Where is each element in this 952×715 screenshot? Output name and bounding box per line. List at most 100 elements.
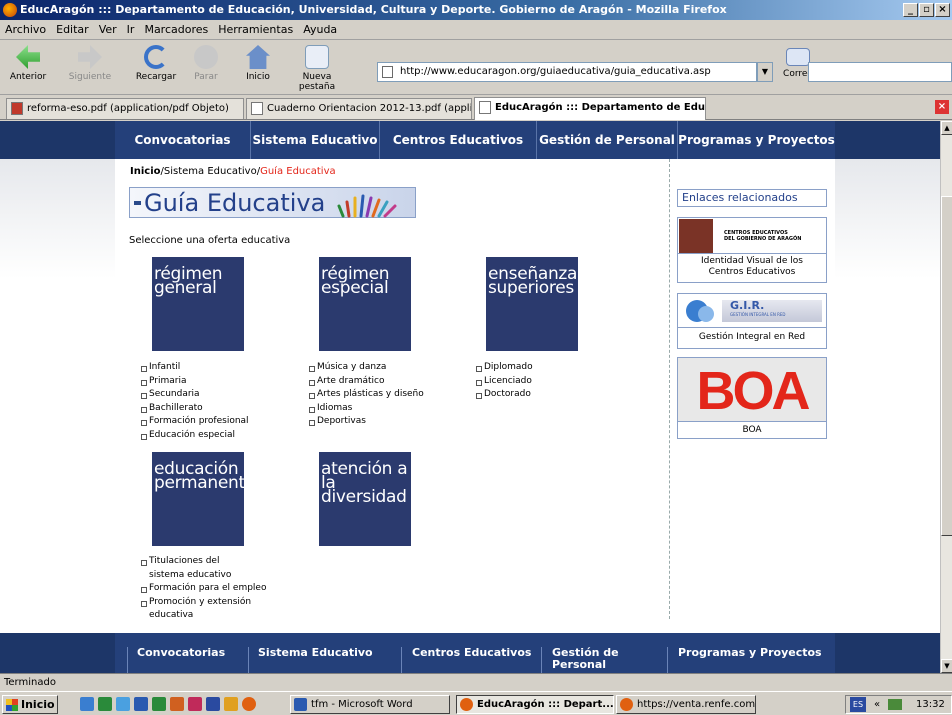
logo-square xyxy=(679,219,713,253)
link-boa[interactable]: BOA BOA xyxy=(677,357,827,439)
bottom-nav-centros-educativos[interactable]: Centros Educativos xyxy=(412,647,531,659)
list-item[interactable]: Secundaria xyxy=(141,388,249,402)
list-item[interactable]: Música y danza xyxy=(309,361,424,375)
list-item[interactable]: Educación especial xyxy=(141,429,249,443)
window-titlebar: EducAragón ::: Departamento de Educación… xyxy=(0,0,952,20)
nav-gestion-personal[interactable]: Gestión de Personal xyxy=(537,121,677,159)
page-icon xyxy=(382,66,393,78)
list-item-continuation[interactable]: sistema educativo xyxy=(141,569,266,583)
menu-ver[interactable]: Ver xyxy=(94,20,122,39)
logo-centros-educativos: CENTROS EDUCATIVOS DEL GOBIERNO DE ARAGÓ… xyxy=(678,218,826,254)
list-item[interactable]: Bachillerato xyxy=(141,402,249,416)
quicklaunch-firefox-icon[interactable] xyxy=(242,697,256,711)
tile-educacion-permanente[interactable]: educaciónpermanente xyxy=(152,452,244,546)
scroll-thumb[interactable] xyxy=(941,196,952,536)
link-identidad-visual[interactable]: CENTROS EDUCATIVOS DEL GOBIERNO DE ARAGÓ… xyxy=(677,217,827,283)
list-item[interactable]: Promoción y extensión xyxy=(141,596,266,610)
quicklaunch-powerpoint-icon[interactable] xyxy=(170,697,184,711)
bottom-nav-gestion-personal[interactable]: Gestión de Personal xyxy=(552,647,619,671)
list-item[interactable]: Deportivas xyxy=(309,415,424,429)
address-bar[interactable]: http://www.educaragon.org/guiaeducativa/… xyxy=(377,62,757,82)
breadcrumb-sistema[interactable]: Sistema Educativo xyxy=(164,166,257,177)
vertical-scrollbar[interactable]: ▲ ▼ xyxy=(940,121,952,673)
logo-gir: G.I.R. GESTIÓN INTEGRAL EN RED xyxy=(678,294,826,328)
taskbar-item-firefox-renfe[interactable]: https://venta.renfe.com... xyxy=(616,695,756,714)
quicklaunch-folder-icon[interactable] xyxy=(224,697,238,711)
left-margin xyxy=(0,159,115,629)
nav-convocatorias[interactable]: Convocatorias xyxy=(115,121,250,159)
search-box[interactable] xyxy=(808,62,952,82)
menu-ayuda[interactable]: Ayuda xyxy=(298,20,342,39)
list-item[interactable]: Formación para el empleo xyxy=(141,582,266,596)
menu-ir[interactable]: Ir xyxy=(122,20,140,39)
document-icon xyxy=(479,101,491,114)
quicklaunch-ie-icon[interactable] xyxy=(116,697,130,711)
tile-atencion-diversidad[interactable]: atención a la diversidad xyxy=(319,452,411,546)
tile-regimen-general[interactable]: régimen general xyxy=(152,257,244,351)
right-margin xyxy=(835,159,940,629)
close-tab-icon[interactable]: × xyxy=(935,100,949,114)
breadcrumb: Inicio/Sistema Educativo/Guía Educativa xyxy=(130,166,336,177)
bottom-nav-convocatorias[interactable]: Convocatorias xyxy=(137,647,225,659)
list-item[interactable]: Primaria xyxy=(141,375,249,389)
quicklaunch-browser-icon[interactable] xyxy=(80,697,94,711)
language-indicator[interactable]: ES xyxy=(850,697,866,712)
pdf-icon xyxy=(11,102,23,115)
back-button[interactable]: Anterior xyxy=(6,45,50,82)
tab-educaragon[interactable]: EducAragón ::: Departamento de Edu... xyxy=(474,97,706,120)
maximize-button[interactable]: ▫ xyxy=(919,3,934,17)
start-button[interactable]: Inicio xyxy=(2,695,58,714)
quicklaunch-app-icon[interactable] xyxy=(98,697,112,711)
address-dropdown-button[interactable]: ▼ xyxy=(757,62,773,82)
pencils-icon xyxy=(337,194,397,218)
menu-herramientas[interactable]: Herramientas xyxy=(213,20,298,39)
tile-ensenanzas-superiores[interactable]: enseñanzas superiores xyxy=(486,257,578,351)
minimize-button[interactable]: _ xyxy=(903,3,918,17)
close-button[interactable]: × xyxy=(935,3,950,17)
stop-button[interactable]: Parar xyxy=(188,45,224,82)
forward-button[interactable]: Siguiente xyxy=(64,45,116,82)
windows-logo-icon xyxy=(6,699,18,711)
quicklaunch-access-icon[interactable] xyxy=(188,697,202,711)
menu-marcadores[interactable]: Marcadores xyxy=(139,20,213,39)
tab-cuaderno[interactable]: Cuaderno Orientacion 2012-13.pdf (applic… xyxy=(246,98,472,119)
list-item[interactable]: Titulaciones del xyxy=(141,555,266,569)
list-item[interactable]: Artes plásticas y diseño xyxy=(309,388,424,402)
forward-arrow-icon xyxy=(78,45,102,69)
bottom-nav-sistema-educativo[interactable]: Sistema Educativo xyxy=(258,647,373,659)
list-item-continuation[interactable]: educativa xyxy=(141,609,266,623)
tray-expand-icon[interactable]: « xyxy=(874,696,880,713)
new-tab-button[interactable]: Nueva pestaña xyxy=(284,45,350,92)
tile-regimen-especial[interactable]: régimen especial xyxy=(319,257,411,351)
link-gir[interactable]: G.I.R. GESTIÓN INTEGRAL EN RED Gestión I… xyxy=(677,293,827,349)
menu-archivo[interactable]: Archivo xyxy=(0,20,51,39)
nav-programas-proyectos[interactable]: Programas y Proyectos xyxy=(678,121,835,159)
breadcrumb-home[interactable]: Inicio xyxy=(130,166,161,177)
scroll-up-icon[interactable]: ▲ xyxy=(941,121,952,135)
list-item[interactable]: Infantil xyxy=(141,361,249,375)
home-button[interactable]: Inicio xyxy=(238,45,278,82)
taskbar-item-firefox-educaragon[interactable]: EducAragón ::: Depart... xyxy=(456,695,614,714)
quicklaunch-excel-icon[interactable] xyxy=(152,697,166,711)
scroll-down-icon[interactable]: ▼ xyxy=(941,659,952,673)
menu-editar[interactable]: Editar xyxy=(51,20,94,39)
quicklaunch-outlook-icon[interactable] xyxy=(206,697,220,711)
list-item[interactable]: Doctorado xyxy=(476,388,533,402)
taskbar-item-word[interactable]: tfm - Microsoft Word xyxy=(290,695,450,714)
bottom-navigation: Convocatorias Sistema Educativo Centros … xyxy=(0,633,940,673)
reload-button[interactable]: Recargar xyxy=(134,45,178,82)
list-item[interactable]: Arte dramático xyxy=(309,375,424,389)
firefox-icon xyxy=(620,698,633,711)
tab-reforma-eso[interactable]: reforma-eso.pdf (application/pdf Objeto) xyxy=(6,98,244,119)
related-links-heading: Enlaces relacionados xyxy=(677,189,827,207)
list-item[interactable]: Diplomado xyxy=(476,361,533,375)
quicklaunch-word-icon[interactable] xyxy=(134,697,148,711)
list-item[interactable]: Licenciado xyxy=(476,375,533,389)
bullet-icon xyxy=(134,201,141,205)
list-item[interactable]: Idiomas xyxy=(309,402,424,416)
list-item[interactable]: Formación profesional xyxy=(141,415,249,429)
nav-centros-educativos[interactable]: Centros Educativos xyxy=(380,121,536,159)
nav-sistema-educativo[interactable]: Sistema Educativo xyxy=(251,121,379,159)
bottom-nav-programas-proyectos[interactable]: Programas y Proyectos xyxy=(678,647,822,659)
network-icon[interactable] xyxy=(888,699,902,710)
